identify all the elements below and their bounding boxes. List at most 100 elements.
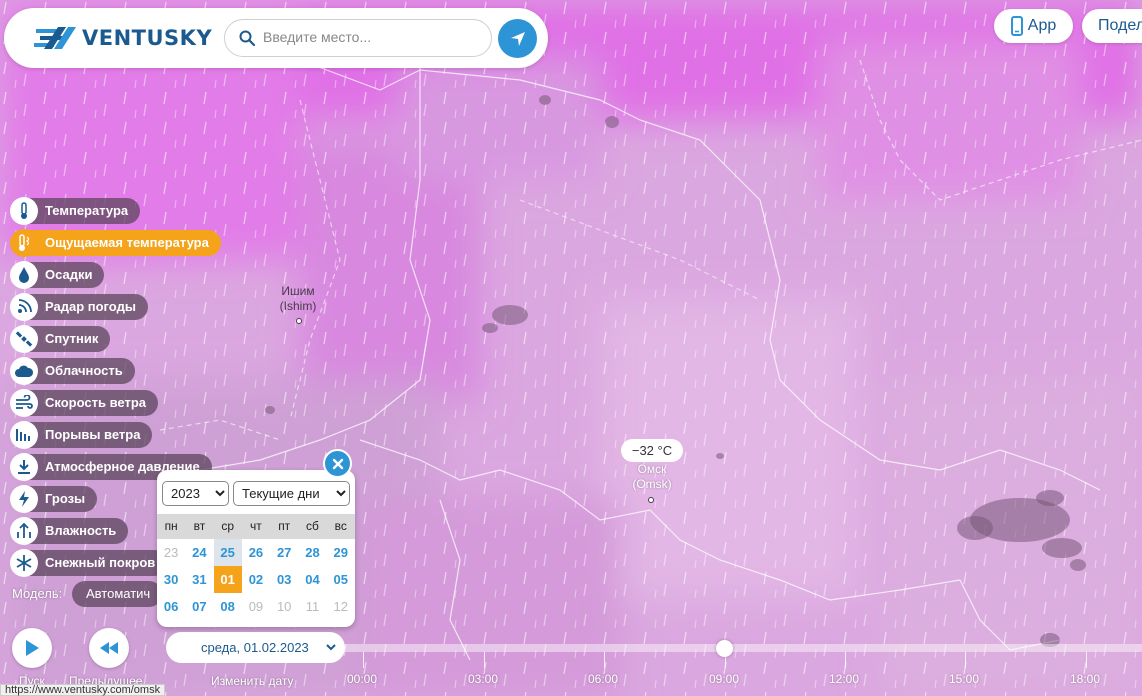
search-input[interactable] xyxy=(263,29,483,45)
timeline-handle[interactable] xyxy=(716,640,733,657)
layer-temperature[interactable]: Температура xyxy=(10,197,141,225)
calendar-day[interactable]: 26 xyxy=(242,539,270,566)
date-select[interactable]: среда, 01.02.2023 xyxy=(166,632,345,663)
calendar-day[interactable]: 24 xyxy=(185,539,213,566)
calendar-week: 30 31 01 02 03 04 05 xyxy=(157,566,355,593)
weekday-label: чт xyxy=(250,519,262,533)
header-bar: VENTUSKY xyxy=(4,8,548,68)
chevron-down-icon xyxy=(326,644,336,651)
city-name-latin: (Ishim) xyxy=(279,299,317,313)
calendar-day[interactable]: 27 xyxy=(270,539,298,566)
timeline-hour-label[interactable]: 09:00 xyxy=(709,672,739,686)
calendar-day[interactable]: 30 xyxy=(157,566,185,593)
city-marker-ishim xyxy=(296,318,302,324)
calendar-day: 23 xyxy=(163,545,179,560)
model-label: Модель: xyxy=(12,586,63,601)
current-date: среда, 01.02.2023 xyxy=(201,640,309,655)
city-name: Омск xyxy=(637,462,667,476)
calendar-day[interactable]: 04 xyxy=(298,566,326,593)
layer-precipitation[interactable]: Осадки xyxy=(10,261,105,289)
layer-radar[interactable]: Радар погоды xyxy=(10,293,148,321)
layer-label: Скорость ветра xyxy=(24,390,158,416)
calendar-day[interactable]: 02 xyxy=(242,566,270,593)
layer-humidity[interactable]: Влажность xyxy=(10,517,129,545)
calendar-day[interactable]: 07 xyxy=(185,593,213,620)
timeline-hour-label[interactable]: 18:00 xyxy=(1070,672,1100,686)
model-select[interactable]: Автоматич xyxy=(72,581,162,607)
calendar-day[interactable]: 28 xyxy=(298,539,326,566)
share-button[interactable]: Подел xyxy=(1082,9,1142,43)
timeline-track[interactable] xyxy=(345,644,1142,652)
timeline-tick xyxy=(1086,652,1087,668)
city-label-ishim[interactable]: Ишим (Ishim) xyxy=(272,284,324,314)
layer-label: Влажность xyxy=(24,518,129,544)
calendar-day[interactable]: 29 xyxy=(327,539,355,566)
layer-snow-cover[interactable]: Снежный покров xyxy=(10,549,168,577)
app-label: App xyxy=(1027,17,1057,34)
calendar-week: 23 24 25 26 27 28 29 xyxy=(157,539,355,566)
timeline-hour-label[interactable]: 12:00 xyxy=(829,672,859,686)
layer-clouds[interactable]: Облачность xyxy=(10,357,135,385)
change-date-label: Изменить дату xyxy=(211,674,294,688)
timeline-tick xyxy=(604,652,605,668)
calendar-day: 11 xyxy=(305,599,320,614)
calendar-day[interactable]: 05 xyxy=(327,566,355,593)
app-button[interactable]: App xyxy=(994,9,1073,43)
layer-thunderstorms[interactable]: Грозы xyxy=(10,485,98,513)
radar-icon xyxy=(10,293,38,321)
layer-wind-speed[interactable]: Скорость ветра xyxy=(10,389,158,417)
weekday-label: вт xyxy=(193,519,206,533)
timeline-hour-label[interactable]: 06:00 xyxy=(588,672,618,686)
layer-feels-like[interactable]: Ощущаемая температура xyxy=(10,229,221,257)
gust-icon xyxy=(10,421,38,449)
status-url: https://www.ventusky.com/omsk xyxy=(0,684,166,696)
timeline-tick xyxy=(845,652,846,668)
calendar-popup: 2023 Текущие дни пн вт ср чт пт сб вс 23 24 25 26… xyxy=(157,470,355,627)
close-icon xyxy=(332,458,343,469)
brand-name: VENTUSKY xyxy=(82,26,213,50)
layer-wind-gusts[interactable]: Порывы ветра xyxy=(10,421,153,449)
cloud-icon xyxy=(10,357,38,385)
calendar-day[interactable]: 08 xyxy=(214,593,242,620)
thermometer-icon xyxy=(10,197,38,225)
locate-button[interactable] xyxy=(498,19,537,58)
snowflake-icon xyxy=(10,549,38,577)
weekday-label: вс xyxy=(334,519,347,533)
city-name-latin: (Omsk) xyxy=(632,477,672,491)
calendar-day[interactable]: 31 xyxy=(185,566,213,593)
timeline-hour-label[interactable]: 00:00 xyxy=(347,672,377,686)
layer-satellite[interactable]: Спутник xyxy=(10,325,111,353)
year-select[interactable]: 2023 xyxy=(162,481,229,506)
city-label-omsk[interactable]: Омск (Omsk) xyxy=(626,462,678,492)
humidity-icon xyxy=(10,517,38,545)
feels-like-icon xyxy=(10,229,38,257)
layer-label: Ощущаемая температура xyxy=(24,230,221,256)
city-marker-omsk xyxy=(648,497,654,503)
phone-icon xyxy=(1010,16,1023,36)
search-box[interactable] xyxy=(224,19,492,57)
rewind-icon xyxy=(100,642,118,654)
weekday-label: пн xyxy=(164,519,178,533)
navigation-arrow-icon xyxy=(510,31,525,46)
weekday-label: пт xyxy=(278,519,291,533)
timeline-hour-label[interactable]: 03:00 xyxy=(468,672,498,686)
lightning-icon xyxy=(10,485,38,513)
timeline-tick xyxy=(484,652,485,668)
range-select[interactable]: Текущие дни xyxy=(233,481,350,506)
search-icon xyxy=(239,30,255,46)
city-name: Ишим xyxy=(281,284,315,298)
pressure-icon xyxy=(10,453,38,481)
weekday-label: сб xyxy=(306,519,319,533)
layer-label: Облачность xyxy=(24,358,135,384)
calendar-week: 06 07 08 09 10 11 12 xyxy=(157,593,355,620)
logo[interactable]: VENTUSKY xyxy=(34,25,212,51)
calendar-day[interactable]: 01 xyxy=(213,566,242,593)
calendar-day[interactable]: 06 xyxy=(157,593,185,620)
timeline-hour-label[interactable]: 15:00 xyxy=(949,672,979,686)
calendar-day[interactable]: 03 xyxy=(270,566,298,593)
timeline-tick xyxy=(965,652,966,668)
play-button[interactable] xyxy=(12,628,52,668)
previous-button[interactable] xyxy=(89,628,129,668)
calendar-close-button[interactable] xyxy=(323,449,352,478)
calendar-day[interactable]: 25 xyxy=(213,539,242,566)
